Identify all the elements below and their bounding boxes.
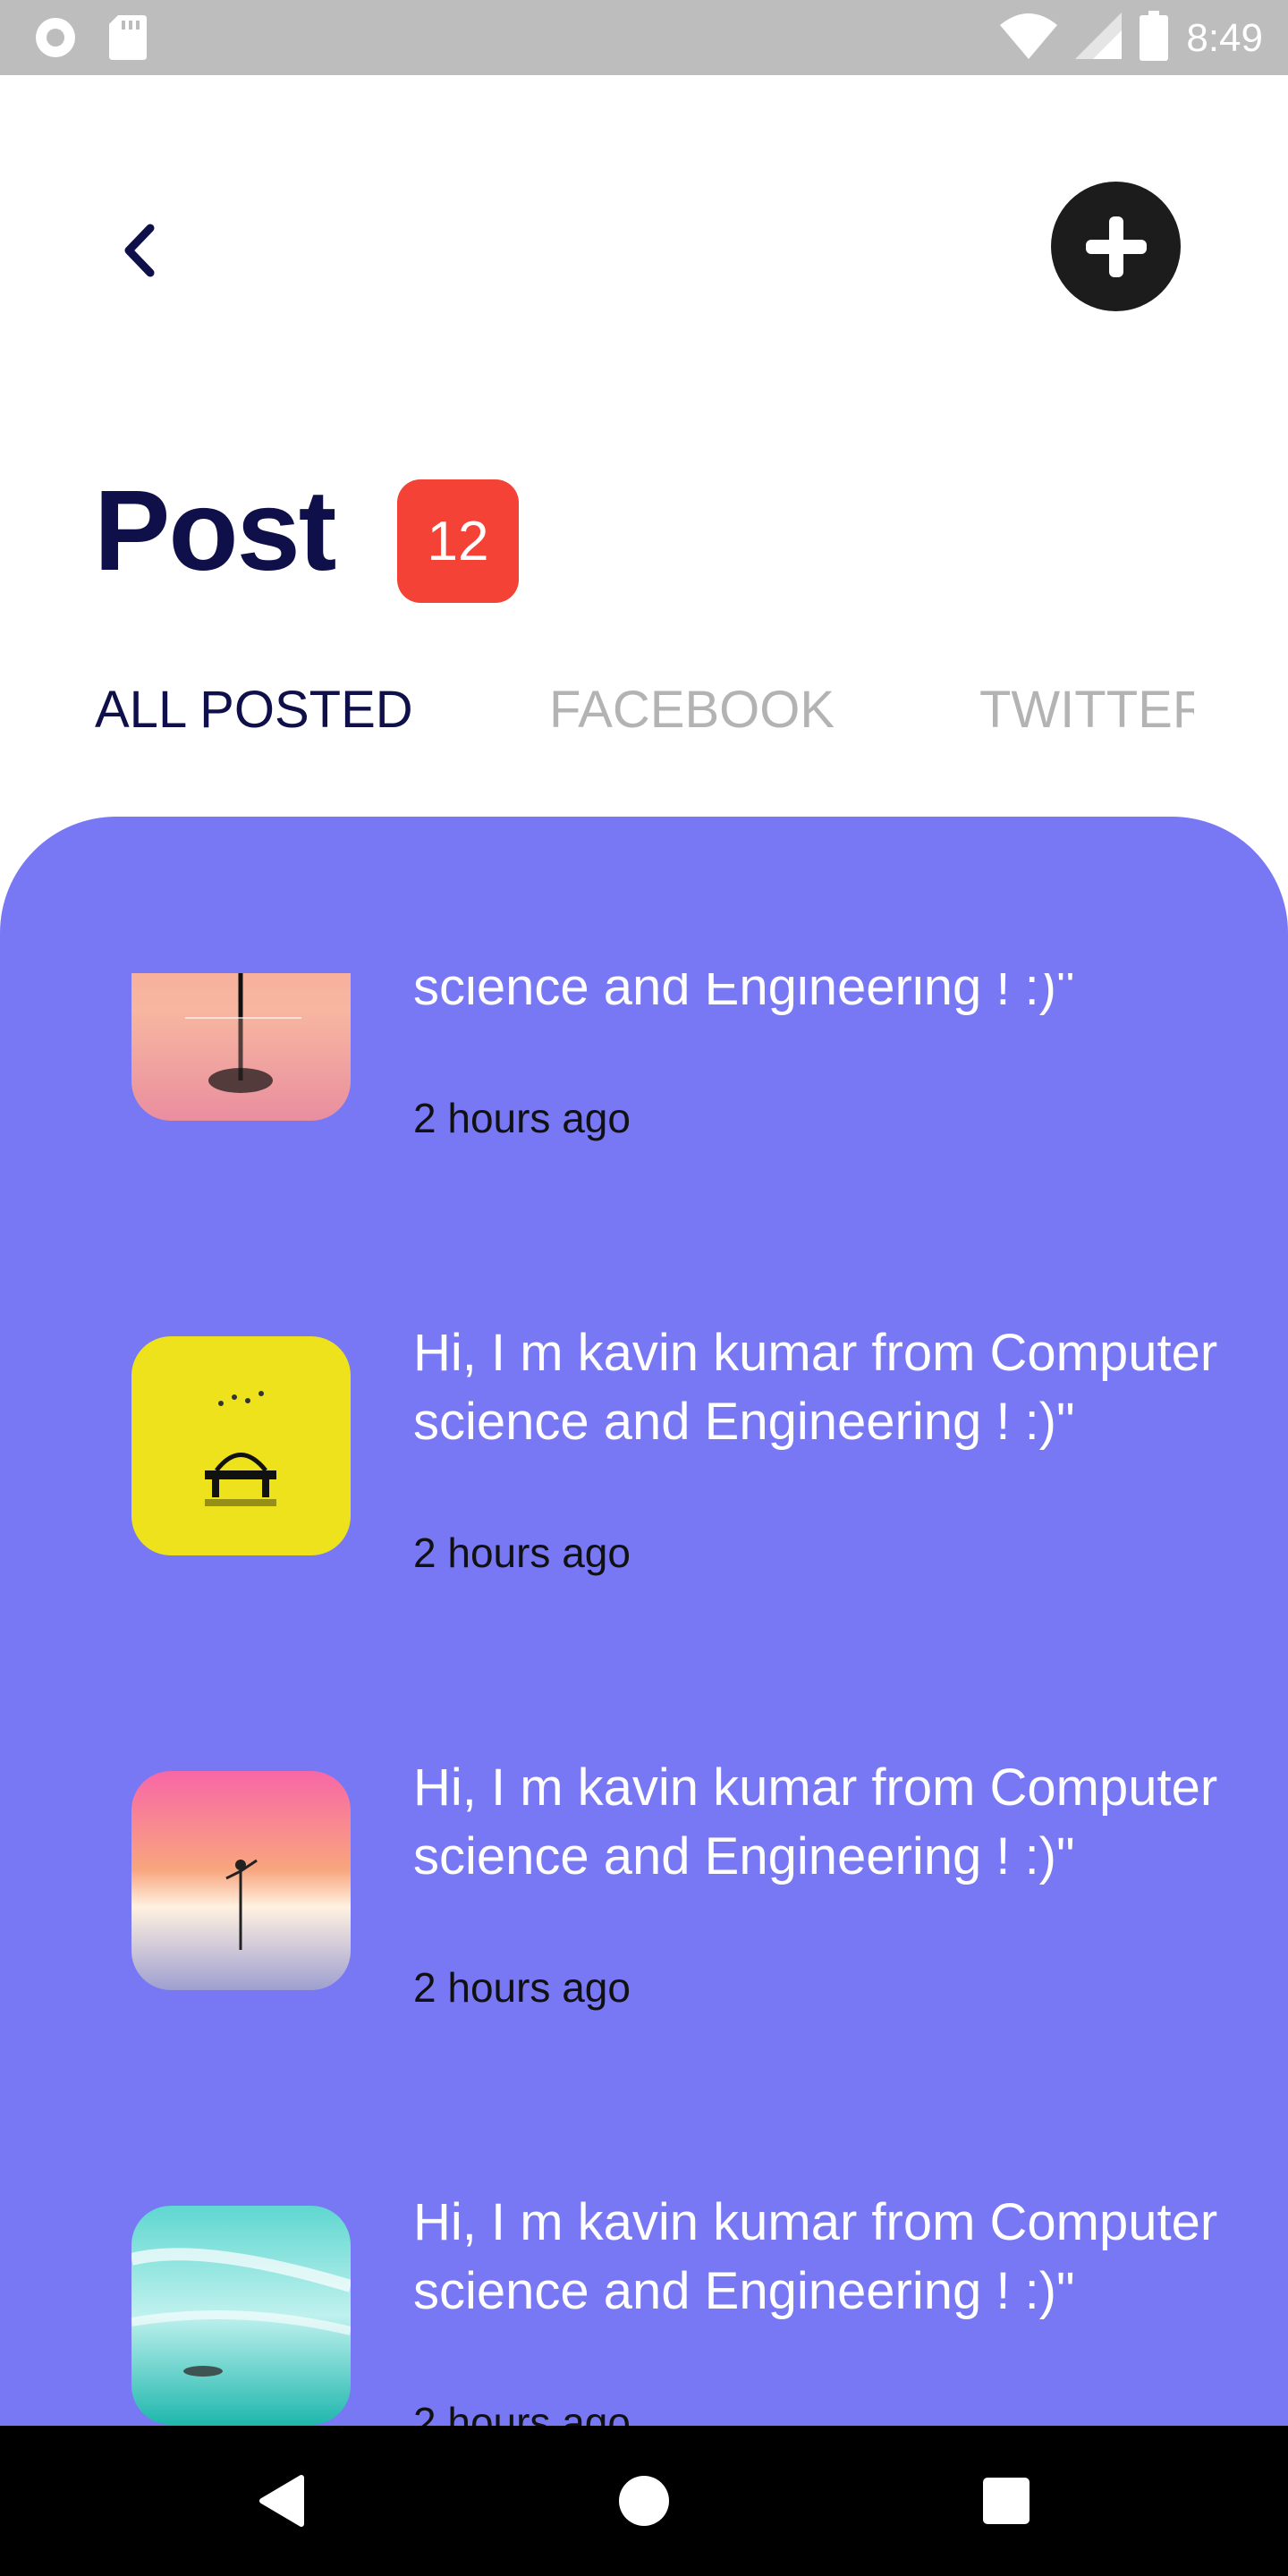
home-circle-icon: [619, 2476, 669, 2526]
wifi-icon: [1000, 13, 1058, 64]
post-time: 2 hours ago: [413, 1095, 631, 1141]
posts-list[interactable]: Hi, I m kavin kumar from Computer scienc…: [0, 973, 1288, 2427]
list-item[interactable]: Hi, I m kavin kumar from Computer scienc…: [0, 2193, 1288, 2427]
posts-panel: Hi, I m kavin kumar from Computer scienc…: [0, 817, 1288, 2427]
nav-recents-button[interactable]: [935, 2426, 1078, 2576]
battery-icon: [1140, 11, 1169, 65]
tab-facebook[interactable]: FACEBOOK: [549, 680, 835, 740]
list-item[interactable]: Hi, I m kavin kumar from Computer scienc…: [0, 1758, 1288, 2206]
screen: 8:49 Post 12 ALL POSTED FACEBOOK TWITTER: [0, 0, 1288, 2576]
post-text: Hi, I m kavin kumar from Computer scienc…: [413, 2193, 1218, 2320]
back-triangle-icon: [259, 2475, 304, 2527]
post-time: 2 hours ago: [413, 1530, 631, 1576]
nav-back-button[interactable]: [210, 2426, 353, 2576]
tab-bar: ALL POSTED FACEBOOK TWITTER: [0, 680, 1288, 760]
post-text: Hi, I m kavin kumar from Computer scienc…: [413, 1324, 1218, 1451]
status-time: 8:49: [1186, 15, 1263, 60]
post-count-badge: 12: [397, 479, 519, 603]
plus-icon: [1085, 216, 1147, 277]
post-text: Hi, I m kavin kumar from Computer scienc…: [413, 1758, 1218, 1885]
add-post-button[interactable]: [1051, 182, 1181, 311]
post-time: 2 hours ago: [413, 2399, 631, 2427]
tab-twitter[interactable]: TWITTER: [979, 680, 1194, 740]
navigation-bar: [0, 2426, 1288, 2576]
signal-icon: [1075, 13, 1123, 64]
tab-all-posted[interactable]: ALL POSTED: [95, 680, 413, 740]
tab-twitter-clip: TWITTER: [979, 680, 1194, 760]
page-title: Post: [94, 467, 336, 595]
list-item[interactable]: Hi, I m kavin kumar from Computer scienc…: [0, 1324, 1288, 1771]
post-text: Hi, I m kavin kumar from Computer scienc…: [413, 973, 1075, 1016]
list-item[interactable]: Hi, I m kavin kumar from Computer scienc…: [0, 973, 1288, 1336]
recents-square-icon: [983, 2478, 1030, 2524]
post-thumbnail[interactable]: [131, 1771, 351, 1990]
status-bar: 8:49: [0, 0, 1288, 75]
nav-home-button[interactable]: [572, 2426, 716, 2576]
sd-card-icon: [109, 15, 147, 64]
post-thumbnail[interactable]: [131, 2206, 351, 2425]
chevron-left-icon: [124, 224, 155, 277]
post-time: 2 hours ago: [413, 1964, 631, 2011]
back-button[interactable]: [116, 219, 161, 282]
record-icon: [32, 14, 79, 65]
post-thumbnail[interactable]: [131, 973, 351, 1121]
post-thumbnail[interactable]: [131, 1336, 351, 1555]
